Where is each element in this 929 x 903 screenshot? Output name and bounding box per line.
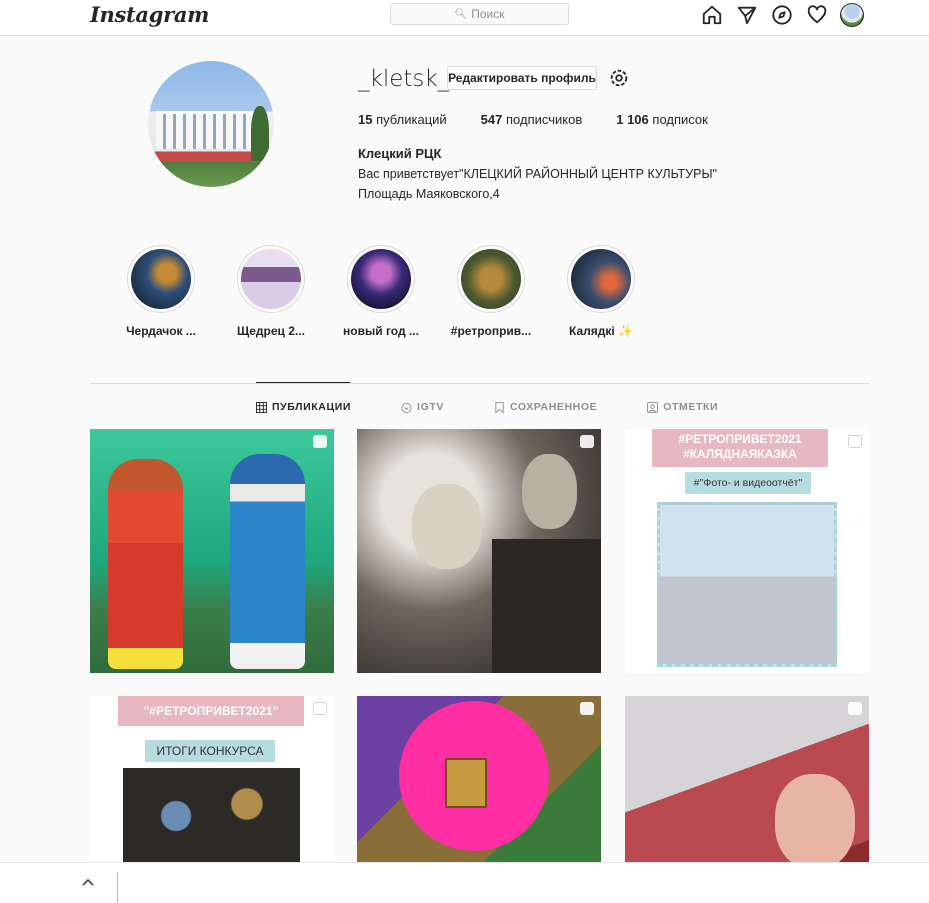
bookmark-icon xyxy=(494,401,505,413)
highlight-label: Чердачок ... xyxy=(126,324,196,338)
carousel-badge-icon xyxy=(313,702,327,715)
igtv-icon xyxy=(401,402,412,413)
posts-stat: 15 публикаций xyxy=(358,112,447,127)
avatar-tree xyxy=(251,106,269,161)
explore-compass-icon[interactable] xyxy=(770,3,794,27)
highlight-item[interactable]: новый год ... xyxy=(336,245,426,338)
highlight-item[interactable]: Щедрец 2... xyxy=(226,245,316,338)
profile-avatar-small[interactable] xyxy=(840,3,864,27)
highlight-cover xyxy=(571,249,631,309)
profile-avatar[interactable] xyxy=(148,61,274,187)
highlight-cover xyxy=(131,249,191,309)
instagram-logo[interactable]: Instagram xyxy=(90,2,209,27)
edit-profile-button[interactable]: Редактировать профиль xyxy=(447,66,597,90)
post-banner: #РЕТРОПРИВЕТ2021 #КАЛЯДНАЯКАЗКА xyxy=(652,429,828,467)
post-banner-line: #РЕТРОПРИВЕТ2021 xyxy=(678,432,802,446)
post-photo xyxy=(657,502,837,667)
highlight-ring xyxy=(237,245,305,313)
highlight-ring xyxy=(127,245,195,313)
post-figure xyxy=(492,539,601,673)
post-subtitle: #"Фото- и видеоотчёт" xyxy=(685,472,811,494)
highlight-label: Щедрец 2... xyxy=(237,324,305,338)
tab-saved[interactable]: СОХРАНЕННОЕ xyxy=(494,401,597,413)
following-stat[interactable]: 1 106 подписок xyxy=(616,112,708,127)
tab-tagged[interactable]: ОТМЕТКИ xyxy=(647,401,718,413)
post-subtitle: ИТОГИ КОНКУРСА xyxy=(145,740,275,762)
highlight-ring xyxy=(457,245,525,313)
chevron-up-icon[interactable] xyxy=(78,872,98,892)
bottom-bar xyxy=(0,862,929,903)
video-badge-icon xyxy=(848,702,862,715)
highlight-label: #ретроприв... xyxy=(450,324,532,338)
highlight-cover xyxy=(351,249,411,309)
profile-bio-address: Площадь Маяковского,4 xyxy=(358,187,500,201)
highlight-label: новый год ... xyxy=(343,324,419,338)
followers-stat[interactable]: 547 подписчиков xyxy=(481,112,583,127)
top-nav-bar: Instagram 🔍︎ Поиск xyxy=(0,0,929,36)
post-thumbnail[interactable]: #РЕТРОПРИВЕТ2021 #КАЛЯДНАЯКАЗКА #"Фото- … xyxy=(625,429,869,673)
divider xyxy=(117,872,118,903)
profile-tabs: ПУБЛИКАЦИИ IGTV СОХРАНЕННОЕ ОТМЕТКИ xyxy=(256,401,768,413)
active-tab-indicator xyxy=(256,382,350,383)
tagged-user-icon xyxy=(647,401,659,413)
search-placeholder: Поиск xyxy=(471,7,505,21)
video-badge-icon xyxy=(580,435,594,448)
post-banner: "#РЕТРОПРИВЕТ2021" xyxy=(118,696,304,726)
profile-bio-line: Вас приветствует"КЛЕЦКИЙ РАЙОННЫЙ ЦЕНТР … xyxy=(358,167,717,181)
activity-heart-icon[interactable] xyxy=(805,3,829,27)
tabs-divider xyxy=(90,383,869,384)
highlight-item[interactable]: Калядкі ✨ xyxy=(556,245,646,338)
carousel-badge-icon xyxy=(848,435,862,448)
profile-username: _kletsk_ xyxy=(358,66,450,92)
home-icon[interactable] xyxy=(700,3,724,27)
post-thumbnail[interactable] xyxy=(357,429,601,673)
highlight-label: Калядкі ✨ xyxy=(568,324,633,338)
post-figure xyxy=(775,774,855,869)
tab-igtv[interactable]: IGTV xyxy=(401,401,444,413)
post-figure xyxy=(522,454,577,529)
settings-gear-icon[interactable] xyxy=(607,66,631,90)
highlight-item[interactable]: Чердачок ... xyxy=(116,245,206,338)
post-figure xyxy=(108,459,183,669)
video-badge-icon xyxy=(313,435,327,448)
highlight-ring xyxy=(347,245,415,313)
highlight-cover xyxy=(461,249,521,309)
tab-posts[interactable]: ПУБЛИКАЦИИ xyxy=(256,401,351,413)
direct-messages-icon[interactable] xyxy=(735,3,759,27)
highlight-item[interactable]: #ретроприв... xyxy=(446,245,536,338)
post-figure xyxy=(412,484,482,569)
post-thumbnail[interactable] xyxy=(90,429,334,673)
post-banner-line: #КАЛЯДНАЯКАЗКА xyxy=(683,447,797,461)
search-input[interactable]: 🔍︎ Поиск xyxy=(390,3,569,25)
search-icon: 🔍︎ xyxy=(454,8,468,20)
video-badge-icon xyxy=(580,702,594,715)
highlight-ring xyxy=(567,245,635,313)
avatar-building xyxy=(156,111,264,149)
post-figure xyxy=(230,454,305,669)
profile-full-name: Клецкий РЦК xyxy=(358,146,442,161)
grid-icon xyxy=(256,401,267,413)
highlight-cover xyxy=(241,249,301,309)
post-figure xyxy=(445,758,487,808)
nav-icons xyxy=(700,3,864,27)
profile-stats: 15 публикаций 547 подписчиков 1 106 подп… xyxy=(358,112,742,127)
